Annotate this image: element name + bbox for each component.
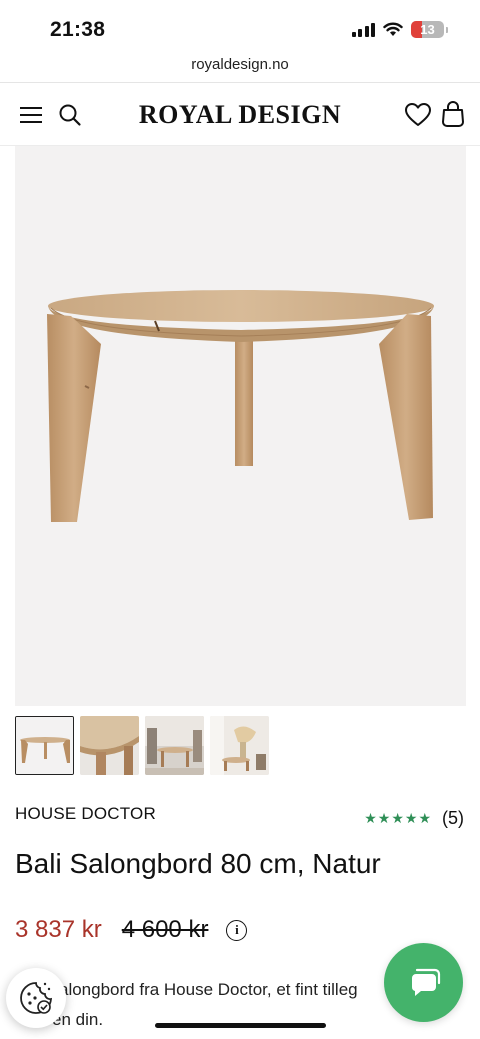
- status-icons: 13: [351, 21, 448, 38]
- signal-icon: [351, 22, 375, 37]
- rating-count: (5): [442, 808, 464, 828]
- rating-stars: ★★★★★: [364, 810, 432, 826]
- product-rating[interactable]: ★★★★★ (5): [364, 808, 464, 829]
- brand-name[interactable]: HOUSE DOCTOR: [15, 804, 156, 824]
- cookie-settings-button[interactable]: [6, 968, 66, 1028]
- info-icon[interactable]: i: [226, 919, 248, 941]
- product-main-image[interactable]: [15, 146, 466, 706]
- battery-level: 13: [420, 22, 435, 37]
- price-row: 3 837 kr 4 600 kr i: [15, 916, 248, 944]
- thumbnail-2[interactable]: [80, 716, 139, 775]
- original-price: 4 600 kr: [121, 916, 209, 943]
- thumbnail-3[interactable]: [145, 716, 204, 775]
- wifi-icon: [383, 22, 403, 36]
- status-time: 21:38: [50, 18, 106, 41]
- description-line-1: alongbord fra House Doctor, et fint till…: [59, 980, 358, 999]
- description-line-2: en din.: [52, 1010, 104, 1029]
- chevron-down-icon: [434, 146, 436, 147]
- product-title: Bali Salongbord 80 cm, Natur: [15, 848, 381, 879]
- site-header: ROYAL DESIGN: [0, 83, 480, 146]
- status-bar: 21:38 13: [0, 0, 480, 56]
- cookie-icon: [20, 982, 52, 1014]
- url-bar[interactable]: royaldesign.no: [0, 56, 480, 82]
- battery-icon: 13: [411, 21, 444, 38]
- chat-icon: [411, 968, 440, 996]
- heart-icon[interactable]: [404, 102, 432, 128]
- thumbnail-1[interactable]: [15, 716, 74, 775]
- current-price: 3 837 kr: [15, 916, 102, 943]
- thumbnail-strip: [15, 716, 269, 775]
- shopping-bag-icon[interactable]: [441, 100, 465, 128]
- chat-button[interactable]: [384, 943, 463, 1022]
- thumbnail-4[interactable]: [210, 716, 269, 775]
- coffee-table-image: [47, 290, 434, 522]
- home-indicator: [155, 1023, 326, 1028]
